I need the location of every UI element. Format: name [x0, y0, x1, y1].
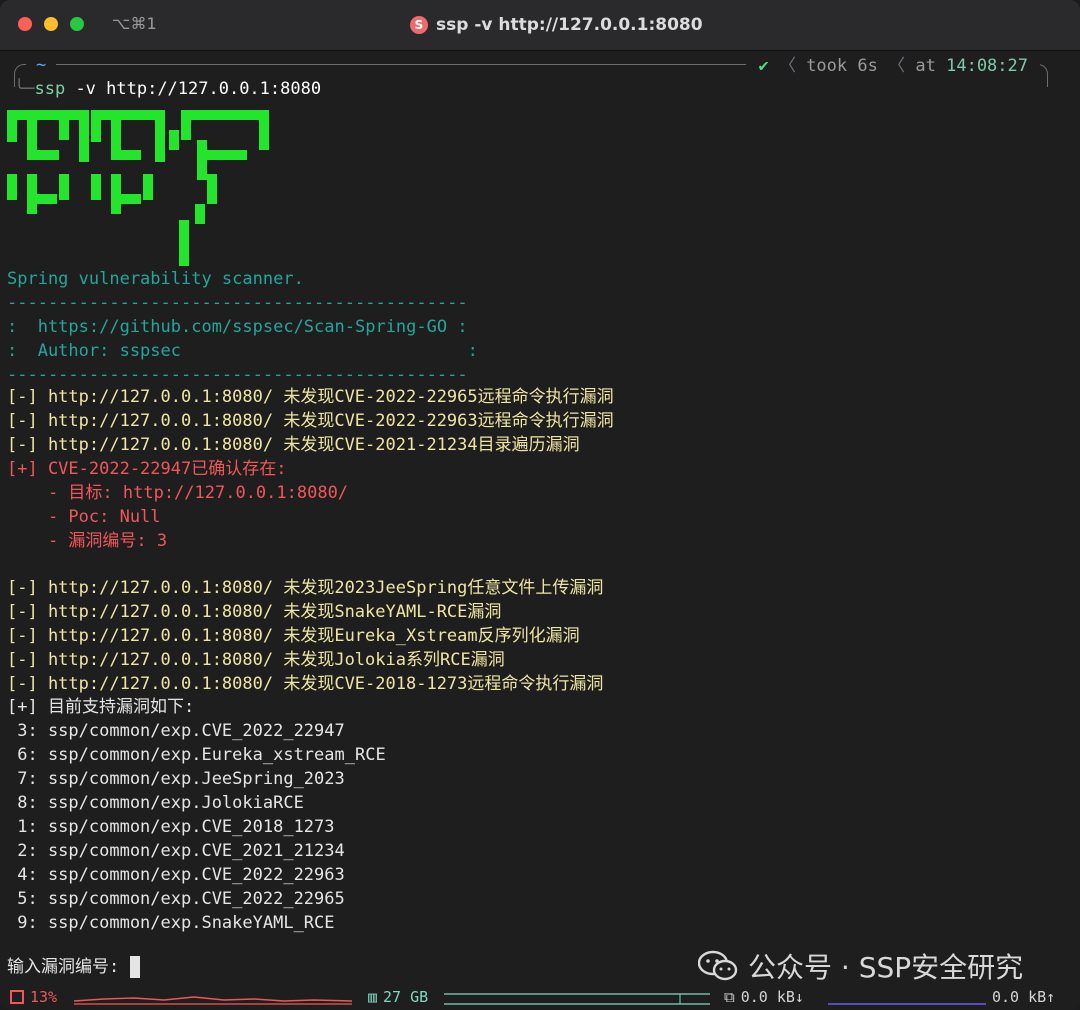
scan-result-line: [-] http://127.0.0.1:8080/ 未发现SnakeYAML-…	[7, 602, 502, 622]
network-graph	[828, 1003, 986, 1005]
scan-result-line: [-] http://127.0.0.1:8080/ 未发现Jolokia系列R…	[7, 650, 505, 670]
banner-rule-bottom: ----------------------------------------…	[7, 365, 468, 385]
author-line: : Author: sspsec :	[7, 341, 478, 361]
scan-result-line: [-] http://127.0.0.1:8080/ 未发现CVE-2018-1…	[7, 674, 604, 694]
took-label: took	[806, 56, 848, 76]
text-cursor[interactable]	[129, 956, 140, 978]
memory-icon: ▥	[368, 988, 378, 1006]
scan-result-line: [-] http://127.0.0.1:8080/ 未发现CVE-2021-2…	[7, 435, 580, 455]
window-title-group: S ssp -v http://127.0.0.1:8080	[410, 13, 703, 37]
success-check-icon: ✔	[758, 56, 769, 76]
prompt-status-segment: ✔ 〈 took 6s 〈 at 14:08:27	[746, 54, 1040, 78]
scan-result-line: [-] http://127.0.0.1:8080/ 未发现2023JeeSpr…	[7, 578, 604, 598]
ssp-ascii-logo	[7, 110, 269, 266]
network-icon: ⧉	[724, 988, 735, 1006]
window-shortcut: ⌥⌘1	[112, 14, 157, 33]
terminal-status-bar: 13% ▥ 27 GB ⧉ 0.0 kB↓ 0.0 kB↑	[0, 983, 1080, 1010]
confirmed-vuln-target: - 目标: http://127.0.0.1:8080/	[7, 483, 349, 503]
supported-item: 7: ssp/common/exp.JeeSpring_2023	[7, 769, 345, 789]
input-prompt-label: 输入漏洞编号:	[7, 957, 120, 977]
network-up: 0.0 kB↑	[992, 988, 1056, 1006]
cwd-segment: ~	[26, 54, 57, 76]
confirmed-vuln-header: [+] CVE-2022-22947已确认存在:	[7, 459, 287, 479]
app-icon: S	[410, 16, 428, 34]
network-up-indicator: 0.0 kB↑	[992, 987, 1055, 1007]
clock-time: 14:08:27	[946, 56, 1028, 76]
supported-item: 9: ssp/common/exp.SnakeYAML_RCE	[7, 913, 335, 933]
close-button[interactable]	[18, 17, 32, 31]
supported-item: 1: ssp/common/exp.CVE_2018_1273	[7, 817, 335, 837]
supported-item: 6: ssp/common/exp.Eureka_xstream_RCE	[7, 745, 386, 765]
cpu-usage: 13%	[30, 988, 58, 1006]
command-args: -v http://127.0.0.1:8080	[65, 79, 322, 99]
title-bar: ⌥⌘1 S ssp -v http://127.0.0.1:8080	[0, 0, 1080, 51]
network-indicator: ⧉ 0.0 kB↓	[724, 987, 804, 1007]
cpu-icon	[10, 990, 24, 1004]
supported-item: 5: ssp/common/exp.CVE_2022_22965	[7, 889, 345, 909]
wechat-watermark: 公众号 · SSP安全研究	[698, 948, 1023, 984]
tagline: Spring vulnerability scanner.	[7, 269, 304, 289]
network-down: 0.0 kB↓	[740, 988, 804, 1006]
minimize-button[interactable]	[44, 17, 58, 31]
memory-indicator: ▥ 27 GB	[368, 987, 428, 1007]
supported-item: 3: ssp/common/exp.CVE_2022_22947	[7, 721, 345, 741]
confirmed-vuln-poc: - Poc: Null	[7, 507, 161, 527]
terminal-content[interactable]: ~ ✔ 〈 took 6s 〈 at 14:08:27 ╰─ssp -v htt…	[0, 50, 1080, 980]
wechat-icon	[698, 950, 738, 981]
terminal-window: ⌥⌘1 S ssp -v http://127.0.0.1:8080 ~ ✔ 〈…	[0, 0, 1080, 1010]
banner-rule-top: ----------------------------------------…	[7, 293, 468, 313]
cpu-indicator: 13%	[10, 987, 57, 1007]
zoom-button[interactable]	[70, 17, 84, 31]
memory-usage: 27 GB	[383, 988, 429, 1006]
command-name: ssp	[34, 79, 66, 99]
took-value: 6s	[857, 56, 878, 76]
repo-url-line: : https://github.com/sspsec/Scan-Spring-…	[7, 317, 468, 337]
confirmed-vuln-id: - 漏洞编号: 3	[7, 531, 168, 551]
supported-item: 4: ssp/common/exp.CVE_2022_22963	[7, 865, 345, 885]
scan-result-line: [-] http://127.0.0.1:8080/ 未发现CVE-2022-2…	[7, 387, 614, 407]
scan-result-line: [-] http://127.0.0.1:8080/ 未发现Eureka_Xst…	[7, 626, 580, 646]
supported-item: 2: ssp/common/exp.CVE_2021_21234	[7, 841, 345, 861]
window-title: ssp -v http://127.0.0.1:8080	[436, 15, 703, 35]
cpu-graph	[74, 996, 352, 1005]
input-prompt-line[interactable]: 输入漏洞编号:	[7, 956, 140, 978]
scan-result-line: [-] http://127.0.0.1:8080/ 未发现CVE-2022-2…	[7, 411, 614, 431]
memory-graph	[444, 993, 710, 1005]
command-line: ╰─ssp -v http://127.0.0.1:8080	[14, 79, 322, 99]
watermark-text: 公众号 · SSP安全研究	[748, 951, 1024, 984]
at-label: at	[915, 56, 936, 76]
supported-list-header: [+] 目前支持漏洞如下:	[7, 697, 195, 717]
supported-item: 8: ssp/common/exp.JolokiaRCE	[7, 793, 304, 813]
